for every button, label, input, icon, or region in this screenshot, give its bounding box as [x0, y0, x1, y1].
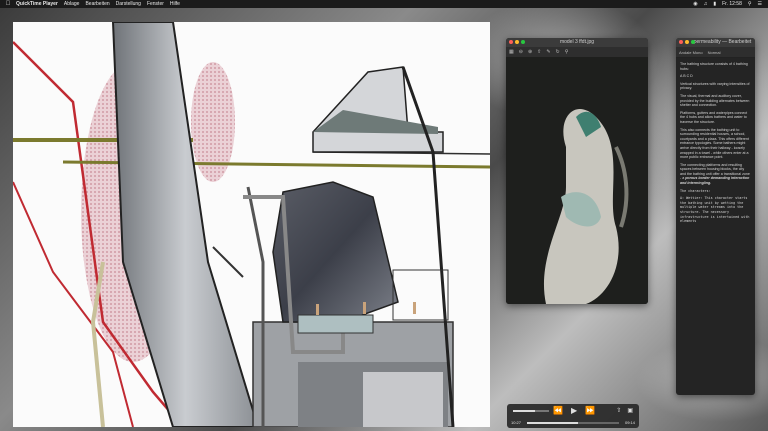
volume-slider[interactable]: [513, 410, 549, 412]
paragraph: This also connects the bathing unit to s…: [680, 127, 749, 160]
editor-toolbar: Andale Mono Normal: [676, 47, 755, 58]
menu-extras: ◉ ♫ ▮ Fr. 12:58 ⚲ ☰: [687, 0, 762, 8]
share-icon[interactable]: ⇧: [537, 49, 541, 55]
zoom-button[interactable]: [521, 40, 525, 44]
share-icon[interactable]: ⇧: [616, 407, 621, 414]
apple-icon[interactable]: : [4, 0, 12, 8]
fast-forward-icon[interactable]: ⏩: [585, 406, 595, 415]
paragraph: The connecting platforms and resulting s…: [680, 162, 750, 186]
menu-clock[interactable]: Fr. 12:58: [722, 0, 742, 8]
paragraph: The visual, thermal and auditory cover, …: [680, 93, 750, 108]
video-frame-architecture-drawing: [13, 22, 490, 427]
paragraph: A B C D: [680, 74, 693, 79]
minimize-button[interactable]: [515, 40, 519, 44]
quicktime-controls: ⏪ ▶ ⏩ ⇧ ▣ 10:27 09:14: [507, 404, 639, 428]
search-icon[interactable]: ⚲: [565, 49, 569, 55]
characters-heading: The characters:: [680, 188, 711, 193]
paragraph: The bathing structure consists of 4 bath…: [680, 62, 748, 71]
menu-darstellung[interactable]: Darstellung: [116, 0, 141, 8]
markup-icon[interactable]: ✎: [546, 49, 550, 55]
search-icon[interactable]: ⚲: [748, 0, 752, 8]
rewind-icon[interactable]: ⏪: [553, 406, 563, 415]
menu-hilfe[interactable]: Hilfe: [170, 0, 180, 8]
scrubber-bar[interactable]: [527, 422, 619, 424]
bold-phrase: porous border demanding interaction and …: [680, 176, 750, 186]
menu-bar:  QuickTime Player Ablage Bearbeiten Dar…: [0, 0, 768, 8]
paragraph: Platforms, gutters and waterpipes connec…: [680, 110, 748, 124]
wifi-icon[interactable]: ◉: [693, 0, 697, 8]
close-button[interactable]: [679, 40, 683, 44]
battery-icon[interactable]: ▮: [713, 0, 716, 8]
preview-titlebar[interactable]: model 3 ffdt.jpg: [506, 38, 648, 47]
picture-in-picture-icon[interactable]: ▣: [627, 407, 633, 414]
minimize-button[interactable]: [685, 40, 689, 44]
editor-title: permeability — Bearbeitet: [693, 39, 752, 45]
style-select[interactable]: Normal: [708, 50, 721, 55]
zoom-out-icon[interactable]: ⊖: [519, 49, 523, 55]
menu-app-name[interactable]: QuickTime Player: [16, 0, 58, 8]
text-editor-window[interactable]: permeability — Bearbeitet Andale Mono No…: [676, 38, 755, 395]
editor-titlebar[interactable]: permeability — Bearbeitet: [676, 38, 755, 47]
play-icon[interactable]: ▶: [571, 406, 577, 415]
zoom-in-icon[interactable]: ⊕: [528, 49, 532, 55]
architecture-drawing: [13, 22, 490, 427]
time-remaining: 09:14: [624, 420, 635, 425]
menu-ablage[interactable]: Ablage: [64, 0, 80, 8]
character-description: A: Wettier: This character starts the ba…: [680, 196, 750, 224]
editor-text-area[interactable]: The bathing structure consists of 4 bath…: [676, 58, 755, 231]
volume-icon[interactable]: ♫: [704, 0, 708, 8]
time-elapsed: 10:27: [511, 420, 522, 425]
zoom-button[interactable]: [691, 40, 695, 44]
control-center-icon[interactable]: ☰: [758, 0, 762, 8]
preview-title: model 3 ffdt.jpg: [559, 39, 595, 45]
paragraph: Vertical structures with varying intensi…: [680, 81, 750, 91]
font-select[interactable]: Andale Mono: [679, 50, 703, 55]
model-photo: [506, 57, 648, 304]
rotate-icon[interactable]: ↻: [556, 49, 560, 55]
sidebar-icon[interactable]: ▦: [509, 49, 514, 55]
menu-bearbeiten[interactable]: Bearbeiten: [85, 0, 109, 8]
close-button[interactable]: [509, 40, 513, 44]
preview-window[interactable]: model 3 ffdt.jpg ▦ ⊖ ⊕ ⇧ ✎ ↻ ⚲: [506, 38, 648, 304]
menu-fenster[interactable]: Fenster: [147, 0, 164, 8]
